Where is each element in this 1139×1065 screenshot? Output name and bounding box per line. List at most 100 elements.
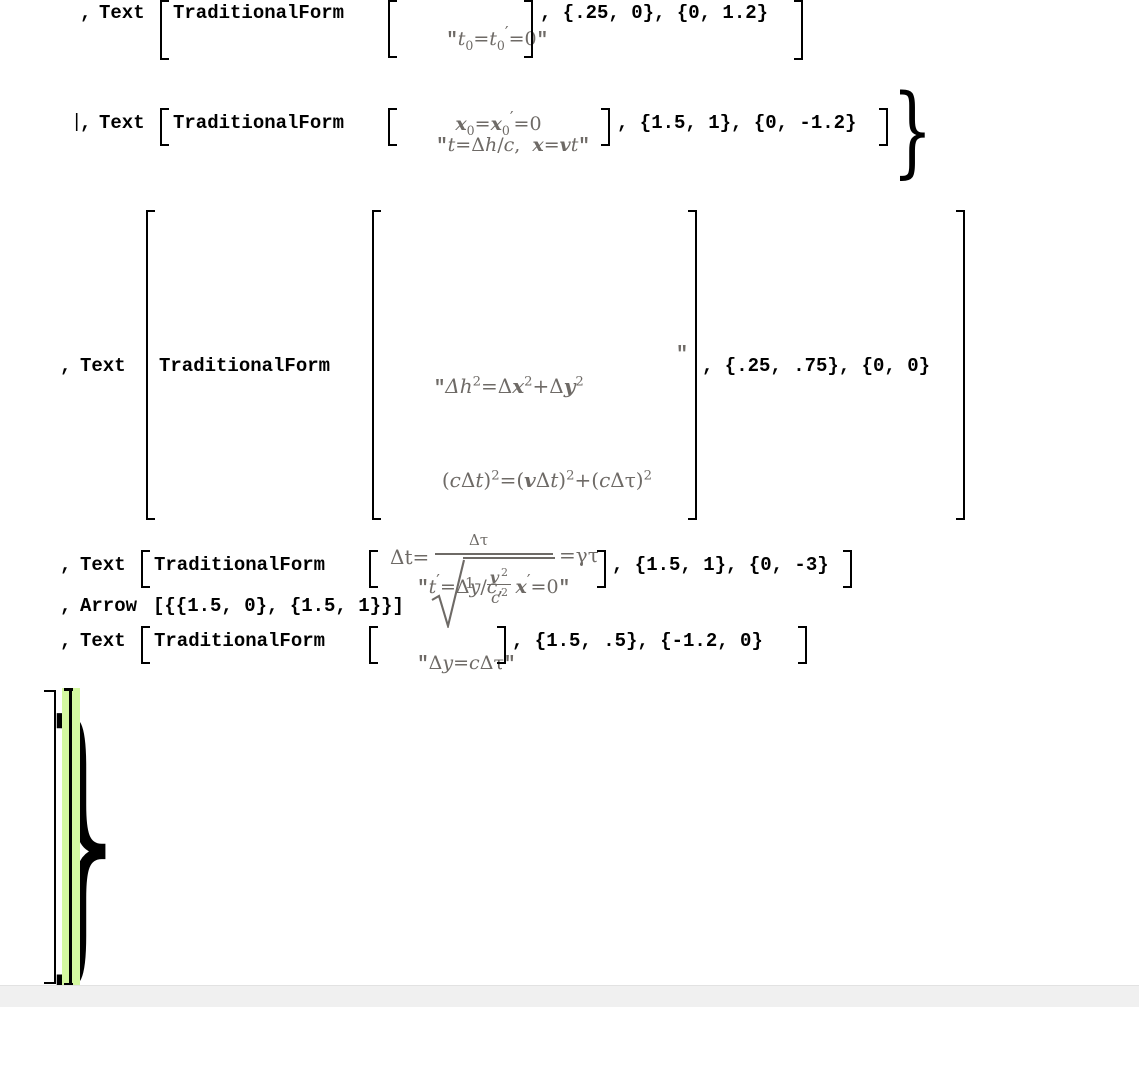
- line6-coords: , {1.5, .5}, {-1.2, 0}: [512, 630, 763, 652]
- line1-head-traditionalform[interactable]: TraditionalForm: [173, 2, 344, 24]
- comma-sep: ,: [497, 576, 516, 598]
- eq-delta: =Δ: [439, 576, 470, 598]
- y-symbol: y: [442, 652, 454, 674]
- line1-text-open-bracket: [160, 0, 169, 60]
- line1-text-close-bracket: [794, 0, 803, 60]
- line4-tf-close-bracket: [597, 550, 606, 588]
- line4-traditionalform-string: "t′=Δy/c, x′=0": [381, 554, 570, 621]
- paren-close-2: ): [558, 468, 567, 492]
- tau-1: τ: [624, 468, 636, 492]
- paren-open-1: (: [441, 468, 450, 492]
- t0p-symbol: t: [489, 28, 497, 50]
- line1-tf-open-bracket: [388, 0, 397, 58]
- line4-head-traditionalform[interactable]: TraditionalForm: [154, 554, 325, 576]
- close-quote: ": [536, 29, 548, 51]
- outer-list-close-brace: }: [892, 75, 933, 190]
- line4-head-text[interactable]: Text: [80, 554, 126, 576]
- eq: =: [543, 134, 560, 156]
- line5-args: [{{1.5, 0}, {1.5, 1}}]: [153, 595, 404, 617]
- line4-text-open-bracket: [141, 550, 150, 588]
- line2-tf-open-bracket: [388, 108, 397, 146]
- open-quote: ": [417, 577, 429, 599]
- window-bottom-strip: [0, 985, 1139, 1007]
- sup-2c: 2: [575, 374, 584, 390]
- c-symbol: c: [503, 134, 515, 156]
- comma-sep: ,: [514, 134, 533, 156]
- line6-head-traditionalform[interactable]: TraditionalForm: [154, 630, 325, 652]
- line6-tf-open-bracket: [369, 626, 378, 664]
- line2-tf-close-bracket: [601, 108, 610, 146]
- line2-text-close-bracket: [879, 108, 888, 146]
- delta-2: Δ: [479, 652, 494, 674]
- t0p-subscript: 0: [496, 37, 505, 53]
- formula-row-2: (cΔt)2=(vΔt)2+(cΔτ)2: [383, 430, 683, 522]
- line3-tf-open-bracket: [372, 210, 381, 520]
- line3-tf-close-bracket: [688, 210, 697, 520]
- line3-head-traditionalform[interactable]: TraditionalForm: [159, 355, 330, 377]
- h-symbol: h: [484, 134, 498, 156]
- line3-text-close-bracket: [956, 210, 965, 520]
- line1-tf-close-bracket: [524, 0, 533, 58]
- paren-close-3: ): [635, 468, 644, 492]
- plus-row2: +: [574, 468, 592, 492]
- structure-close-brace: }: [41, 663, 122, 1012]
- v-symbol: v: [559, 134, 571, 156]
- open-quote: ": [446, 29, 458, 51]
- line6-text-close-bracket: [798, 626, 807, 664]
- line3-head-text[interactable]: Text: [80, 355, 126, 377]
- eq: =: [453, 652, 470, 674]
- delta-1: Δ: [460, 468, 476, 492]
- sup-3: 2: [643, 468, 652, 484]
- eq-delta: =Δ: [455, 134, 485, 156]
- c-symbol: c: [486, 576, 498, 598]
- c-symbol: c: [469, 652, 480, 674]
- line1-head-text[interactable]: Text: [99, 2, 145, 24]
- y-symbol: y: [469, 576, 481, 598]
- line6-text-open-bracket: [141, 626, 150, 664]
- line6-tf-close-bracket: [497, 626, 506, 664]
- cell-bracket-rule[interactable]: [69, 688, 72, 986]
- delta-h: Δh: [445, 374, 473, 398]
- line3-text-open-bracket: [146, 210, 155, 520]
- line4-tf-open-bracket: [369, 550, 378, 588]
- y-symbol: y: [563, 374, 576, 398]
- close-quote: ": [558, 577, 570, 599]
- v-1: v: [524, 468, 536, 492]
- line2-head-traditionalform[interactable]: TraditionalForm: [173, 112, 344, 134]
- line1-coords: , {.25, 0}, {0, 1.2}: [540, 2, 769, 24]
- line2-traditionalform-string: "t=Δh/c, x=vt": [400, 112, 590, 179]
- x-symbol: x: [512, 374, 525, 398]
- notebook-canvas: , Text TraditionalForm "t0=t0′=0" x0=x0′…: [0, 0, 1139, 1007]
- sup-2b: 2: [524, 374, 533, 390]
- paren-open-3: (: [591, 468, 600, 492]
- line2-text-open-bracket: [160, 108, 169, 146]
- line4-coords: , {1.5, 1}, {0, -3}: [612, 554, 829, 576]
- line6-head-text[interactable]: Text: [80, 630, 126, 652]
- eq-zero: =0: [530, 576, 559, 598]
- eq-row2: =: [499, 468, 517, 492]
- open-quote: ": [436, 135, 448, 157]
- x-symbol: x: [532, 134, 544, 156]
- line5-head-arrow[interactable]: Arrow: [80, 595, 137, 617]
- eq-1: =: [473, 28, 490, 50]
- delta-1: Δ: [428, 652, 443, 674]
- cell-bracket-top-tick: [64, 688, 73, 691]
- plus-delta: +Δ: [532, 374, 564, 398]
- line4-text-close-bracket: [843, 550, 852, 588]
- close-quote: ": [578, 135, 590, 157]
- x-symbol: x: [515, 576, 527, 598]
- paren-open-2: (: [516, 468, 525, 492]
- line3-close-quote: ": [676, 344, 689, 367]
- sup-2a: 2: [472, 374, 481, 390]
- open-quote: ": [433, 377, 446, 399]
- eq-delta-a: =Δ: [480, 374, 513, 398]
- line6-traditionalform-string: "Δy=cΔτ": [381, 630, 515, 697]
- line2-head-text[interactable]: Text: [99, 112, 145, 134]
- line2-coords: , {1.5, 1}, {0, -1.2}: [617, 112, 857, 134]
- line3-coords: , {.25, .75}, {0, 0}: [702, 355, 931, 377]
- delta-2: Δ: [535, 468, 551, 492]
- formula-row-1: "Δh2=Δx2+Δy2: [383, 344, 683, 430]
- delta-3: Δ: [610, 468, 625, 492]
- open-quote: ": [417, 653, 429, 675]
- fraction-numerator: Δτ: [469, 531, 489, 549]
